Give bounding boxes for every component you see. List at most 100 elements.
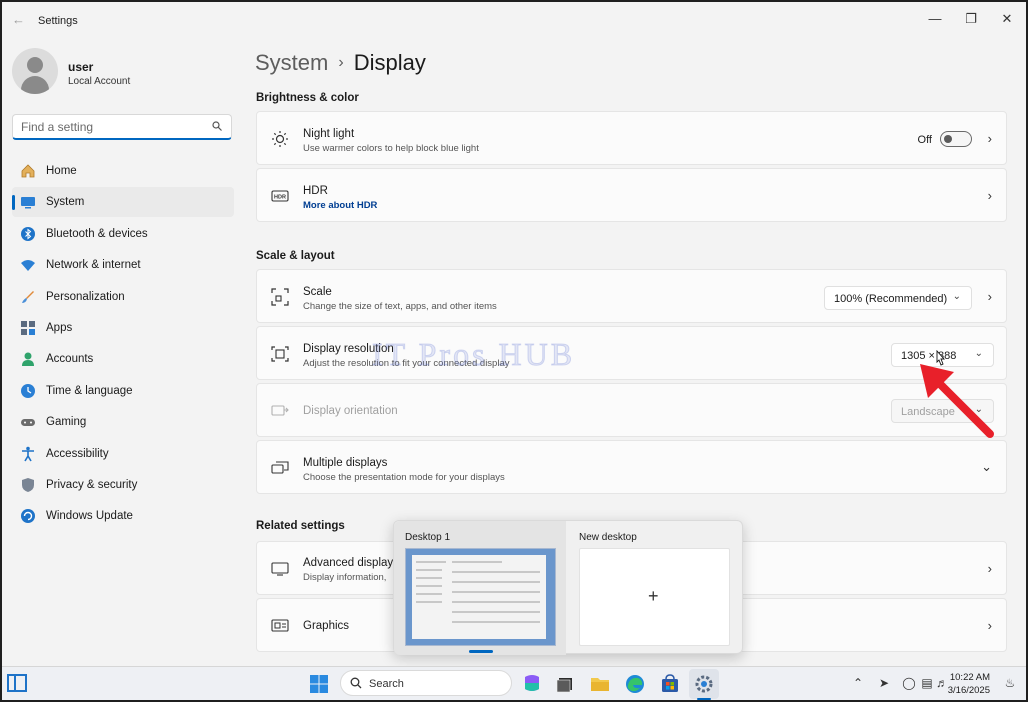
taskbar: Search ⌃ ➤ ◯ ▤ ♬ 10:22 AM 3/16/2025 ♨ [2,666,1026,700]
scale-dropdown[interactable]: 100% (Recommended) ⌄ [824,286,972,310]
page-title: Display [353,50,426,75]
chevron-right-icon: › [987,561,992,576]
sidebar-item-accounts[interactable]: Accounts [12,344,234,374]
sidebar-item-network[interactable]: Network & internet [12,250,234,280]
location-icon[interactable]: ➤ [876,675,892,691]
file-explorer-icon[interactable] [589,673,611,695]
task-view-icon[interactable] [6,672,28,694]
globe-icon[interactable]: ◯ [901,675,917,691]
search-icon [350,677,362,689]
accessibility-icon [22,446,34,461]
system-clock[interactable]: 10:22 AM 3/16/2025 [948,671,990,697]
sidebar-item-apps[interactable]: Apps [12,313,234,343]
copilot-icon[interactable] [521,673,543,695]
chevron-right-icon: › [987,289,992,304]
terminal-icon[interactable] [554,673,576,695]
scale-value: 100% (Recommended) [834,293,948,305]
sidebar-item-label: Apps [46,321,73,334]
sidebar-item-home[interactable]: Home [12,156,234,186]
search-input[interactable] [21,119,201,135]
display-resolution-card[interactable]: Display resolution Adjust the resolution… [256,326,1007,380]
sidebar-item-label: System [46,196,85,209]
sidebar-item-label: Accessibility [46,447,109,460]
section-heading-brightness: Brightness & color [256,92,359,104]
paintbrush-icon [22,290,34,303]
home-icon [21,164,35,178]
multiple-displays-card[interactable]: Multiple displays Choose the presentatio… [256,440,1007,494]
display-orientation-card: Display orientation Landscape ⌄ [256,383,1007,437]
graphics-title: Graphics [303,620,350,632]
breadcrumb-parent[interactable]: System [255,50,328,75]
settings-gear-icon[interactable] [693,673,715,695]
sidebar-item-label: Bluetooth & devices [46,227,148,240]
resolution-icon [271,346,289,362]
sidebar-item-windows-update[interactable]: Windows Update [12,501,234,531]
scale-icon [271,288,289,306]
settings-window: ← Settings — ❐ ✕ user Local Account Home… [2,2,1026,666]
night-light-subtitle: Use warmer colors to help block blue lig… [303,143,479,154]
chevron-down-icon: ⌄ [981,459,992,474]
microsoft-store-icon[interactable] [659,673,681,695]
hdr-learn-more-link[interactable]: More about HDR [303,200,377,211]
hdr-card[interactable]: HDR HDR More about HDR › [256,168,1007,222]
night-light-toggle[interactable] [940,131,972,147]
search-box[interactable] [12,114,232,140]
multiple-displays-subtitle: Choose the presentation mode for your di… [303,472,505,483]
mouse-cursor-icon [936,350,945,366]
taskbar-search[interactable]: Search [340,670,512,696]
minimize-button[interactable]: — [918,8,952,30]
new-desktop-label: New desktop [579,532,637,543]
chevron-right-icon: › [338,54,344,71]
clock-time: 10:22 AM [949,672,990,683]
avatar [12,48,58,94]
close-button[interactable]: ✕ [990,8,1024,30]
notification-bell-icon[interactable]: ♨ [1002,675,1018,691]
sidebar-item-system[interactable]: System [12,187,234,218]
sidebar-item-label: Privacy & security [46,478,138,491]
windows-start-icon[interactable] [308,673,330,695]
back-arrow-icon[interactable]: ← [12,12,25,27]
sidebar-item-label: Network & internet [46,259,141,272]
new-desktop-button[interactable]: + [579,548,730,646]
account-type: Local Account [68,76,131,87]
bluetooth-icon [21,226,35,241]
watermark: IT Pros HUB [371,336,576,373]
hdr-title: HDR [303,185,328,197]
chevron-up-icon[interactable]: ⌃ [850,675,866,691]
user-name: user [68,60,94,74]
update-icon [21,509,35,524]
graphics-card-icon [271,619,289,632]
edge-browser-icon[interactable] [624,673,646,695]
network-icon[interactable]: ▤ [919,675,935,691]
brightness-icon [272,131,288,147]
sidebar-item-label: Windows Update [46,510,133,523]
shield-icon [22,477,34,492]
taskbar-search-label: Search [369,678,404,690]
scale-title: Scale [303,286,332,298]
sidebar-item-label: Time & language [46,384,133,397]
sidebar-item-privacy[interactable]: Privacy & security [12,470,234,500]
search-icon [212,121,222,131]
night-light-card[interactable]: Night light Use warmer colors to help bl… [256,111,1007,165]
resolution-value: 1305 × 888 [901,350,957,362]
sidebar-item-time-language[interactable]: Time & language [12,376,234,406]
chevron-down-icon: ⌄ [974,348,983,359]
sidebar-item-bluetooth[interactable]: Bluetooth & devices [12,219,234,249]
sidebar-nav: Home System Bluetooth & devices Network … [12,156,234,533]
display-orientation-title: Display orientation [303,405,398,417]
maximize-button[interactable]: ❐ [954,8,988,30]
scale-card[interactable]: Scale Change the size of text, apps, and… [256,269,1007,323]
sidebar-item-gaming[interactable]: Gaming [12,407,234,437]
user-profile[interactable]: user Local Account [12,46,242,98]
title-bar: ← Settings — ❐ ✕ [2,2,1026,38]
clock-date: 3/16/2025 [947,685,990,696]
sidebar-item-label: Accounts [46,353,94,366]
night-light-state: Off [917,134,932,146]
sidebar-item-accessibility[interactable]: Accessibility [12,439,234,469]
sidebar-item-personalization[interactable]: Personalization [12,282,234,312]
desktop-1-label: Desktop 1 [405,532,451,543]
desktop-1-thumbnail[interactable] [405,548,556,646]
scale-subtitle: Change the size of text, apps, and other… [303,301,497,312]
advanced-display-subtitle: Display information, [303,572,387,583]
red-arrow-annotation [920,364,994,438]
